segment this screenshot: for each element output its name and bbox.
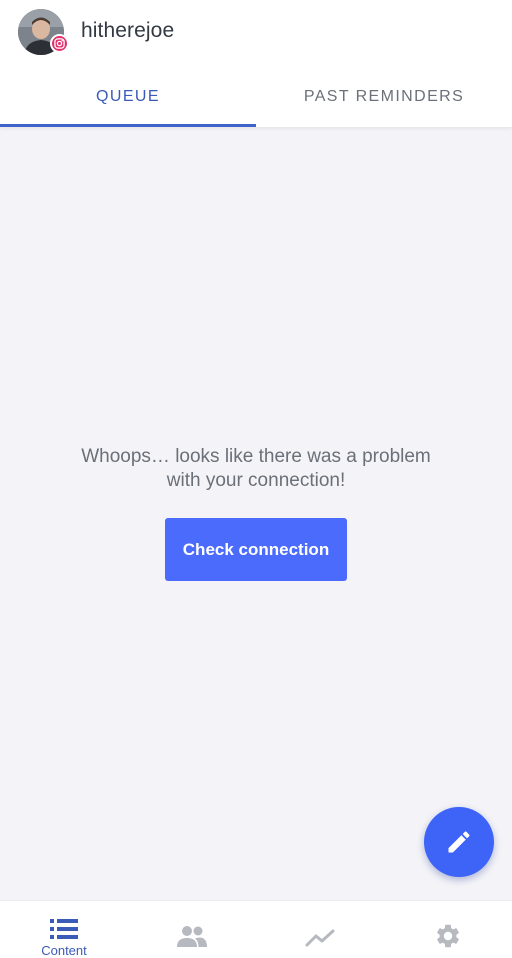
app-header: hitherejoe [0,0,512,66]
pencil-edit-icon [448,831,470,853]
nav-item-content[interactable]: Content [0,901,128,958]
check-connection-button[interactable]: Check connection [165,518,347,581]
username: hitherejoe [81,19,175,42]
instagram-icon [50,34,69,53]
trending-icon [305,929,335,947]
people-icon [177,926,207,947]
bottom-navigation: Content [0,900,512,958]
tab-queue[interactable]: QUEUE [0,66,256,127]
tab-past-reminders[interactable]: PAST REMINDERS [256,66,512,127]
nav-item-settings[interactable] [384,901,512,958]
nav-item-analytics[interactable] [256,901,384,958]
compose-fab[interactable] [424,807,494,877]
settings-gear-icon [437,924,459,948]
error-line-2: with your connection! [166,470,346,491]
error-line-1: Whoops… looks like there was a problem [81,446,431,467]
nav-item-people[interactable] [128,901,256,958]
nav-label-content: Content [41,943,87,958]
tab-bar: QUEUE PAST REMINDERS [0,66,512,127]
list-icon [50,918,78,939]
connection-error-message: Whoops… looks like there was a problem w… [0,445,512,493]
